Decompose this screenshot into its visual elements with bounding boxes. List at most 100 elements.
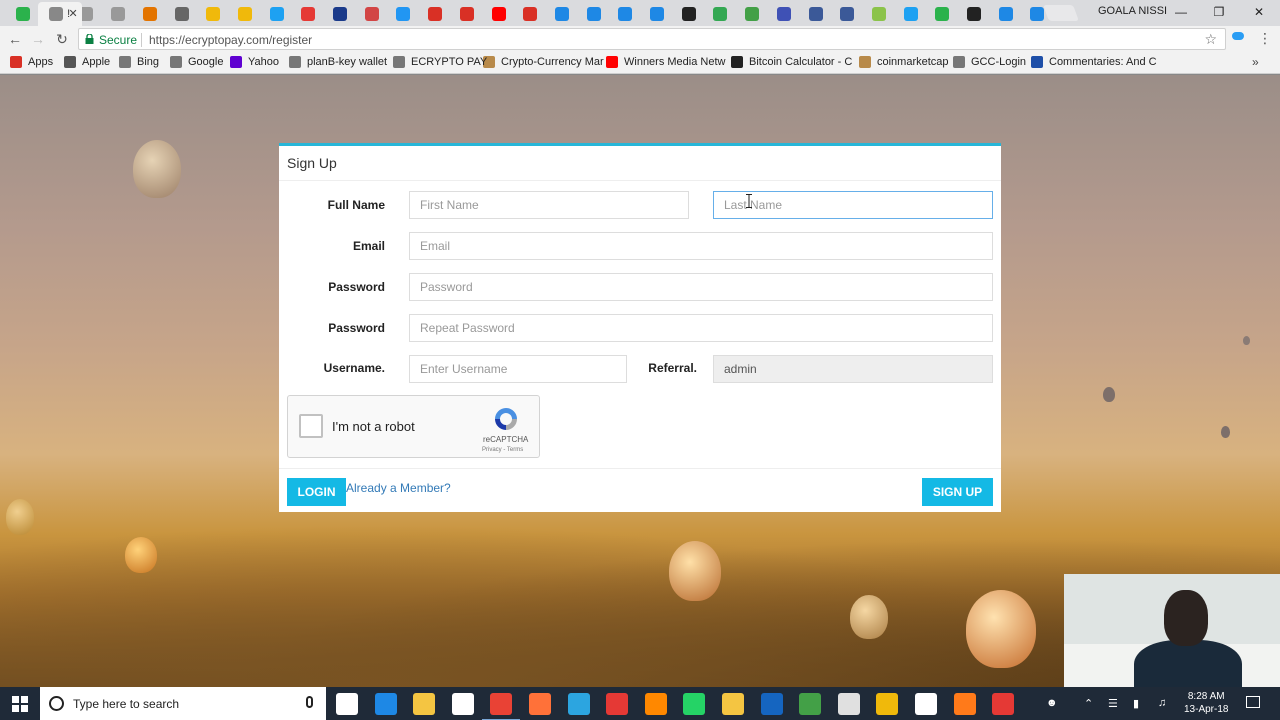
pdf-icon[interactable] — [606, 693, 629, 715]
browser-tab[interactable] — [672, 2, 706, 26]
lock-icon[interactable] — [722, 693, 744, 715]
start-button[interactable] — [0, 687, 40, 720]
browser-tab[interactable] — [703, 2, 737, 26]
first-name-input[interactable] — [409, 191, 689, 219]
browser-tab[interactable] — [957, 2, 991, 26]
close-window-icon[interactable]: ✕ — [1250, 3, 1268, 21]
browser-tab[interactable] — [767, 2, 801, 26]
bookmark-item[interactable]: Yahoo — [230, 56, 279, 68]
bookmark-item[interactable]: Apps — [10, 56, 53, 68]
browser-tab[interactable] — [577, 2, 611, 26]
browser-tab[interactable] — [386, 2, 420, 26]
chevron-up-icon[interactable]: ⌃ — [1084, 697, 1093, 710]
profile-name[interactable]: GOALA NISSI — [1098, 5, 1167, 17]
note-icon[interactable] — [915, 693, 937, 715]
recaptcha-links[interactable]: Privacy - Terms — [482, 447, 523, 453]
browser-tab[interactable] — [165, 2, 199, 26]
browser-tab[interactable] — [862, 2, 896, 26]
minimize-icon[interactable]: — — [1172, 3, 1190, 21]
bookmark-item[interactable]: coinmarketcap — [859, 56, 949, 68]
browser-tab[interactable] — [830, 2, 864, 26]
wifi-icon[interactable]: ☰ — [1108, 697, 1118, 710]
microphone-icon[interactable] — [306, 696, 313, 708]
url-text[interactable]: https://ecryptopay.com/register — [149, 33, 312, 47]
bookmark-item[interactable]: Winners Media Netw — [606, 56, 725, 68]
people-icon[interactable]: ☻ — [1046, 697, 1058, 709]
email-input[interactable] — [409, 232, 993, 260]
repeat-password-input[interactable] — [409, 314, 993, 342]
new-tab-button[interactable] — [1043, 5, 1079, 21]
battery-icon[interactable]: ▮ — [1133, 697, 1139, 710]
bookmark-item[interactable]: GCC-Login — [953, 56, 1026, 68]
browser-tab[interactable] — [101, 2, 135, 26]
browser-tab[interactable] — [608, 2, 642, 26]
browser-tab[interactable] — [291, 2, 325, 26]
restore-icon[interactable]: ❐ — [1210, 3, 1228, 21]
bookmark-item[interactable]: planB-key wallet — [289, 56, 387, 68]
more-bookmarks-icon[interactable]: » — [1252, 55, 1259, 69]
chrome-icon[interactable] — [482, 693, 521, 720]
pulse-icon[interactable] — [992, 693, 1015, 715]
browser-tab[interactable] — [513, 2, 547, 26]
back-icon[interactable]: ← — [6, 30, 24, 48]
browser-tab[interactable] — [6, 2, 40, 26]
browser-tab[interactable] — [418, 2, 452, 26]
bookmark-item[interactable]: Bing — [119, 56, 159, 68]
binance-icon[interactable] — [876, 693, 899, 715]
firefox-icon[interactable] — [529, 693, 551, 715]
orange-app-icon[interactable] — [953, 693, 976, 715]
forward-icon[interactable]: → — [29, 30, 47, 48]
leaf-icon[interactable] — [799, 693, 822, 715]
bookmark-star-icon[interactable]: ☆ — [1204, 31, 1217, 48]
twitter-icon — [903, 7, 918, 21]
bookmark-item[interactable]: Crypto-Currency Mar — [483, 56, 604, 68]
cloud-extension-icon[interactable] — [1232, 32, 1244, 40]
username-input[interactable] — [409, 355, 627, 383]
bookmark-item[interactable]: Commentaries: And C — [1031, 56, 1157, 68]
address-bar[interactable]: Secure https://ecryptopay.com/register ☆ — [78, 28, 1226, 50]
whatsapp-icon[interactable] — [683, 693, 706, 715]
bookmark-item[interactable]: Bitcoin Calculator - C — [731, 56, 852, 68]
store-icon[interactable] — [451, 693, 474, 715]
reload-icon[interactable]: ↻ — [53, 30, 71, 48]
referral-input[interactable] — [713, 355, 993, 383]
browser-tab[interactable]: ! ✕ — [37, 2, 82, 26]
browser-tab[interactable] — [989, 2, 1023, 26]
browser-tab[interactable] — [482, 2, 516, 26]
browser-tab[interactable] — [450, 2, 484, 26]
browser-tab[interactable] — [735, 2, 769, 26]
already-member-link[interactable]: Already a Member? — [346, 481, 451, 495]
edge-icon[interactable] — [374, 693, 397, 715]
browser-tab[interactable] — [894, 2, 928, 26]
bookmark-item[interactable]: Apple — [64, 56, 110, 68]
browser-tab[interactable] — [355, 2, 389, 26]
password-input[interactable] — [409, 273, 993, 301]
bookmark-item[interactable]: ECRYPTO PAY — [393, 56, 487, 68]
task-view-icon[interactable] — [336, 693, 358, 715]
vlc-icon[interactable] — [644, 693, 667, 715]
browser-tab[interactable] — [133, 2, 167, 26]
menu-icon[interactable]: ⋮ — [1258, 30, 1272, 47]
close-tab-icon[interactable]: ✕ — [68, 7, 77, 20]
browser-tab[interactable] — [545, 2, 579, 26]
last-name-input[interactable] — [713, 191, 993, 219]
browser-tab[interactable] — [925, 2, 959, 26]
telegram-icon[interactable] — [567, 693, 590, 715]
browser-tab[interactable] — [323, 2, 357, 26]
login-button[interactable]: LOGIN — [287, 478, 346, 506]
browser-tab[interactable] — [799, 2, 833, 26]
volume-icon[interactable]: ♫ — [1158, 697, 1166, 709]
signup-button[interactable]: SIGN UP — [922, 478, 993, 506]
b-icon[interactable] — [760, 693, 783, 715]
browser-tab[interactable] — [196, 2, 230, 26]
taskbar-search[interactable]: Type here to search — [40, 687, 326, 720]
clock[interactable]: 8:28 AM 13-Apr-18 — [1184, 690, 1228, 716]
browser-tab[interactable] — [228, 2, 262, 26]
browser-tab[interactable] — [640, 2, 674, 26]
browser-tab[interactable] — [260, 2, 294, 26]
notification-icon[interactable] — [1246, 696, 1260, 708]
recaptcha-checkbox[interactable] — [299, 414, 323, 438]
folder-icon[interactable] — [413, 693, 436, 715]
music-icon[interactable] — [837, 693, 860, 715]
bookmark-item[interactable]: Google — [170, 56, 223, 68]
